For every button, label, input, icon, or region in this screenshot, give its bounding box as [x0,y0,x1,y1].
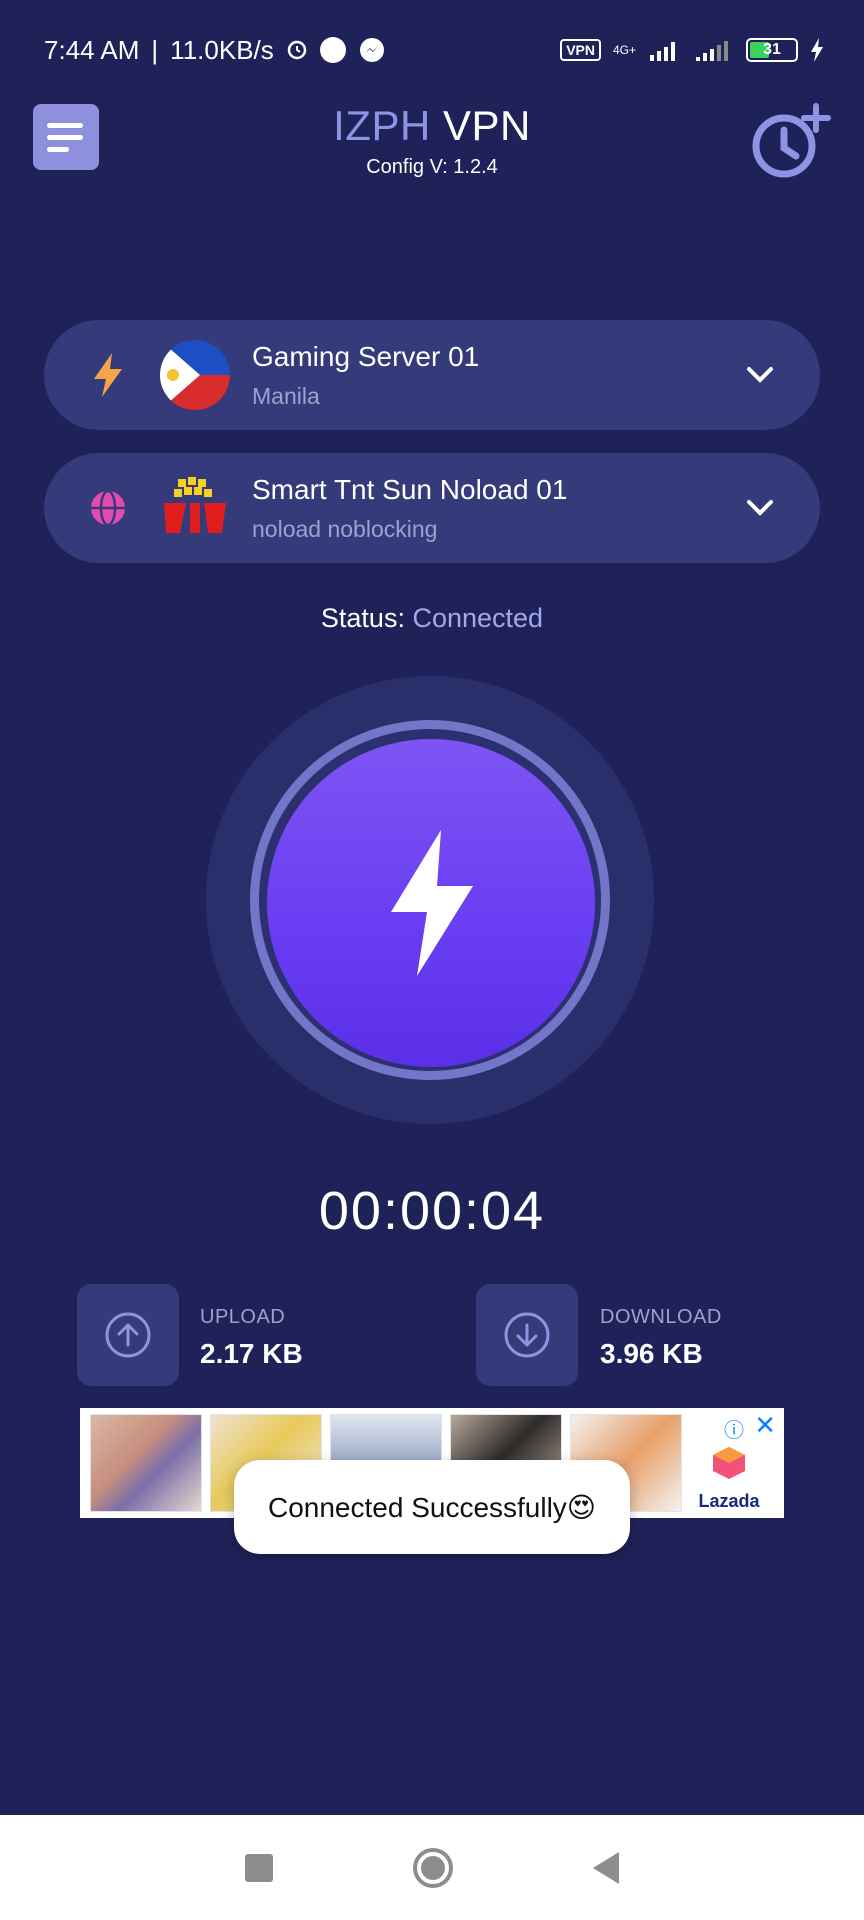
messenger-icon [359,38,384,62]
lazada-logo-icon [713,1447,745,1479]
ad-image [90,1414,202,1512]
upload-value: 2.17 KB [200,1338,303,1369]
network-name: Smart Tnt Sun Noload 01 [252,473,568,505]
connect-button[interactable] [267,739,595,1067]
charging-icon [811,38,823,62]
connection-status: Status: Connected [320,603,544,633]
upload-icon [105,1312,151,1358]
config-version: Config V: 1.2.4 [366,156,498,178]
alarm-icon [287,40,307,60]
download-label: DOWNLOAD [600,1306,722,1328]
vpn-badge: VPN [560,39,601,61]
network-speed: 11.0KB/s [170,34,274,65]
server-selector[interactable]: Gaming Server 01 Manila [44,320,820,430]
signal-icon-2 [696,41,728,61]
globe-icon [91,489,125,527]
server-location: Manila [252,382,320,409]
app-title: IZPH VPN [333,102,531,149]
bolt-icon [391,830,473,976]
server-name: Gaming Server 01 [252,340,480,372]
recents-button[interactable] [245,1853,273,1882]
status-bar: 7:44 AM | 11.0KB/s VPN 4G+ 31 [0,0,864,100]
chevron-down-icon [747,500,773,516]
chevron-down-icon [747,367,773,383]
bolt-icon [94,353,122,397]
upload-icon-box [77,1284,179,1386]
network-logo-icon [160,473,230,543]
download-value: 3.96 KB [600,1338,703,1369]
download-icon [504,1312,550,1358]
ad-brand: Lazada [684,1416,774,1512]
connection-timer: 00:00:04 [318,1181,546,1241]
back-button[interactable] [593,1851,619,1884]
add-time-icon[interactable] [748,100,832,184]
network-type: 4G+ [612,43,636,57]
download-icon-box [476,1284,578,1386]
philippines-flag-icon [160,340,230,410]
toast-message: Connected Successfully😍 [234,1460,630,1554]
network-description: noload noblocking [252,515,438,542]
notification-dot-icon [319,37,346,63]
upload-label: UPLOAD [200,1306,286,1328]
clock: 7:44 AM [44,34,140,65]
battery-icon: 31 [746,38,798,62]
signal-icon [650,42,675,61]
system-nav-bar [0,1815,864,1920]
home-button[interactable] [413,1847,453,1888]
network-selector[interactable]: Smart Tnt Sun Noload 01 noload noblockin… [44,453,820,563]
